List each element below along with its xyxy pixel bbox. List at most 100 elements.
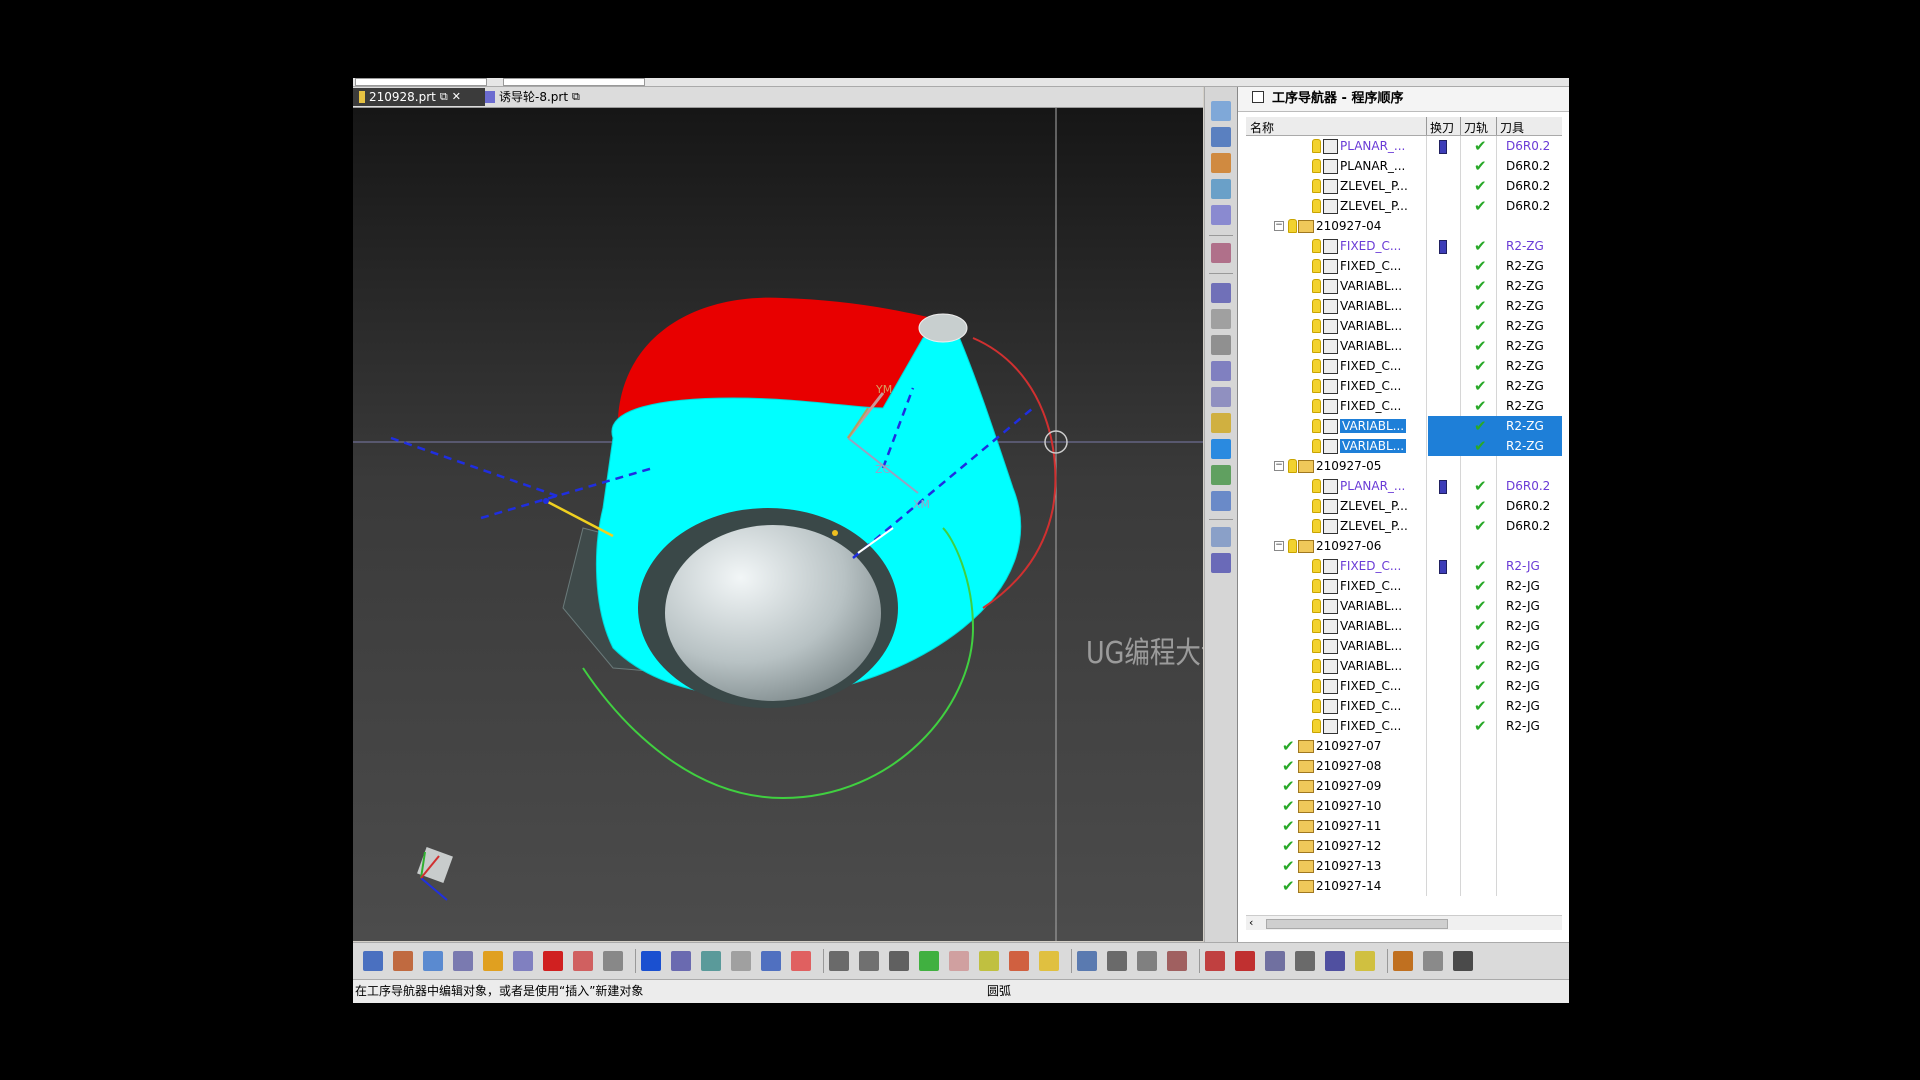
insert-operation-icon[interactable] xyxy=(1211,205,1231,225)
operation-row[interactable]: FIXED_C... ✔ R2-ZG xyxy=(1246,236,1562,256)
operation-row[interactable]: FIXED_C... ✔ R2-ZG xyxy=(1246,256,1562,276)
create-tool-icon[interactable] xyxy=(393,951,413,971)
operation-row[interactable]: VARIABL... ✔ R2-JG xyxy=(1246,636,1562,656)
program-group-row[interactable]: ✔ 210927-10 xyxy=(1246,796,1562,816)
sphere-icon[interactable] xyxy=(1009,951,1029,971)
create-method-icon[interactable] xyxy=(453,951,473,971)
workpiece-icon[interactable] xyxy=(543,951,563,971)
operation-row[interactable]: PLANAR_... ✔ D6R0.2 xyxy=(1246,136,1562,156)
path-step-icon[interactable] xyxy=(1107,951,1127,971)
name-cell[interactable]: ZLEVEL_P... xyxy=(1246,496,1424,516)
assembly-dropdown[interactable] xyxy=(503,78,645,86)
name-cell[interactable]: FIXED_C... xyxy=(1246,256,1424,276)
operation-row[interactable]: FIXED_C... ✔ R2-ZG xyxy=(1246,396,1562,416)
edit-toolpath-icon[interactable] xyxy=(1211,309,1231,329)
list-toolpath-icon[interactable] xyxy=(1211,361,1231,381)
note-icon[interactable] xyxy=(791,951,811,971)
create-geometry-icon[interactable] xyxy=(423,951,443,971)
column-divider[interactable] xyxy=(1426,117,1427,135)
head-icon[interactable] xyxy=(1453,951,1473,971)
operation-row[interactable]: VARIABL... ✔ R2-JG xyxy=(1246,596,1562,616)
name-cell[interactable]: ✔ 210927-10 xyxy=(1246,796,1424,816)
insert-method-icon[interactable] xyxy=(1211,179,1231,199)
program-group-row[interactable]: − 210927-04 xyxy=(1246,216,1562,236)
dimension-icon[interactable] xyxy=(671,951,691,971)
measure-icon[interactable] xyxy=(979,951,999,971)
program-group-row[interactable]: ✔ 210927-08 xyxy=(1246,756,1562,776)
shop-docs-icon[interactable] xyxy=(1211,491,1231,511)
frame-icon[interactable] xyxy=(1265,951,1285,971)
insert-tool-icon[interactable] xyxy=(1211,127,1231,147)
operation-row[interactable]: VARIABL... ✔ R2-ZG xyxy=(1246,436,1562,456)
name-cell[interactable]: − 210927-05 xyxy=(1246,456,1424,476)
operation-row[interactable]: ZLEVEL_P... ✔ D6R0.2 xyxy=(1246,496,1562,516)
operation-row[interactable]: FIXED_C... ✔ R2-JG xyxy=(1246,676,1562,696)
name-cell[interactable]: VARIABL... xyxy=(1246,276,1424,296)
tab-inducer[interactable]: 诱导轮-8.prt ⧉ xyxy=(479,88,601,106)
program-group-row[interactable]: ✔ 210927-09 xyxy=(1246,776,1562,796)
operation-row[interactable]: VARIABL... ✔ R2-JG xyxy=(1246,656,1562,676)
scroll-left-icon[interactable]: ‹ xyxy=(1249,916,1253,929)
name-cell[interactable]: PLANAR_... xyxy=(1246,136,1424,156)
close-icon[interactable]: ✕ xyxy=(452,88,461,106)
machine-icon[interactable] xyxy=(1295,951,1315,971)
name-cell[interactable]: FIXED_C... xyxy=(1246,376,1424,396)
vericut-icon[interactable] xyxy=(1211,439,1231,459)
spline-icon[interactable] xyxy=(701,951,721,971)
name-cell[interactable]: ✔ 210927-14 xyxy=(1246,876,1424,896)
operation-row[interactable]: VARIABL... ✔ R2-ZG xyxy=(1246,296,1562,316)
fill-icon[interactable] xyxy=(1039,951,1059,971)
feeds-speeds-icon[interactable] xyxy=(1211,527,1231,547)
operation-row[interactable]: FIXED_C... ✔ R2-JG xyxy=(1246,696,1562,716)
name-cell[interactable]: PLANAR_... xyxy=(1246,156,1424,176)
operation-row[interactable]: VARIABL... ✔ R2-JG xyxy=(1246,616,1562,636)
column-path[interactable]: 刀轨 xyxy=(1464,119,1488,136)
operation-row[interactable]: ZLEVEL_P... ✔ D6R0.2 xyxy=(1246,196,1562,216)
name-cell[interactable]: VARIABL... xyxy=(1246,296,1424,316)
arc-icon[interactable] xyxy=(761,951,781,971)
name-cell[interactable]: FIXED_C... xyxy=(1246,556,1424,576)
operation-row[interactable]: ZLEVEL_P... ✔ D6R0.2 xyxy=(1246,176,1562,196)
tab-210928[interactable]: 210928.prt ⧉ ✕ xyxy=(353,88,485,106)
verify-toolpath-icon[interactable] xyxy=(1211,387,1231,407)
name-cell[interactable]: ZLEVEL_P... xyxy=(1246,196,1424,216)
curve-icon[interactable] xyxy=(1235,951,1255,971)
operation-row[interactable]: VARIABL... ✔ R2-ZG xyxy=(1246,336,1562,356)
graphics-window[interactable]: YM ZC XM UG编程大课堂-莫莫 xyxy=(353,108,1203,941)
program-group-row[interactable]: ✔ 210927-13 xyxy=(1246,856,1562,876)
horizontal-scrollbar[interactable]: ‹ xyxy=(1246,915,1562,930)
generate-toolpath-icon[interactable] xyxy=(1211,243,1231,263)
machine-tool-icon[interactable] xyxy=(1211,553,1231,573)
column-divider[interactable] xyxy=(1460,117,1461,135)
shade-icon[interactable] xyxy=(919,951,939,971)
name-cell[interactable]: − 210927-04 xyxy=(1246,216,1424,236)
name-cell[interactable]: FIXED_C... xyxy=(1246,716,1424,736)
intersect-icon[interactable] xyxy=(889,951,909,971)
name-cell[interactable]: VARIABL... xyxy=(1246,616,1424,636)
delete-toolpath-icon[interactable] xyxy=(1211,335,1231,355)
column-name[interactable]: 名称 xyxy=(1250,119,1274,136)
axis-icon[interactable] xyxy=(1325,951,1345,971)
name-cell[interactable]: ✔ 210927-12 xyxy=(1246,836,1424,856)
operation-row[interactable]: VARIABL... ✔ R2-ZG xyxy=(1246,316,1562,336)
program-group-row[interactable]: ✔ 210927-07 xyxy=(1246,736,1562,756)
filter-dropdown[interactable] xyxy=(355,78,487,86)
operation-row[interactable]: FIXED_C... ✔ R2-JG xyxy=(1246,556,1562,576)
name-cell[interactable]: VARIABL... xyxy=(1246,416,1424,436)
operation-row[interactable]: VARIABL... ✔ R2-ZG xyxy=(1246,276,1562,296)
name-cell[interactable]: FIXED_C... xyxy=(1246,236,1424,256)
name-cell[interactable]: VARIABL... xyxy=(1246,636,1424,656)
collapse-icon[interactable]: − xyxy=(1274,541,1284,551)
replay-toolpath-icon[interactable] xyxy=(1211,283,1231,303)
blank-icon[interactable] xyxy=(573,951,593,971)
layout-icon[interactable] xyxy=(829,951,849,971)
name-cell[interactable]: VARIABL... xyxy=(1246,336,1424,356)
cutter-icon[interactable] xyxy=(1355,951,1375,971)
program-group-row[interactable]: ✔ 210927-14 xyxy=(1246,876,1562,896)
create-program-icon[interactable] xyxy=(363,951,383,971)
popout-icon[interactable]: ⧉ xyxy=(572,88,580,106)
name-cell[interactable]: ✔ 210927-11 xyxy=(1246,816,1424,836)
holder-icon[interactable] xyxy=(1393,951,1413,971)
tool-holder-icon[interactable] xyxy=(513,951,533,971)
operation-row[interactable]: FIXED_C... ✔ R2-JG xyxy=(1246,716,1562,736)
